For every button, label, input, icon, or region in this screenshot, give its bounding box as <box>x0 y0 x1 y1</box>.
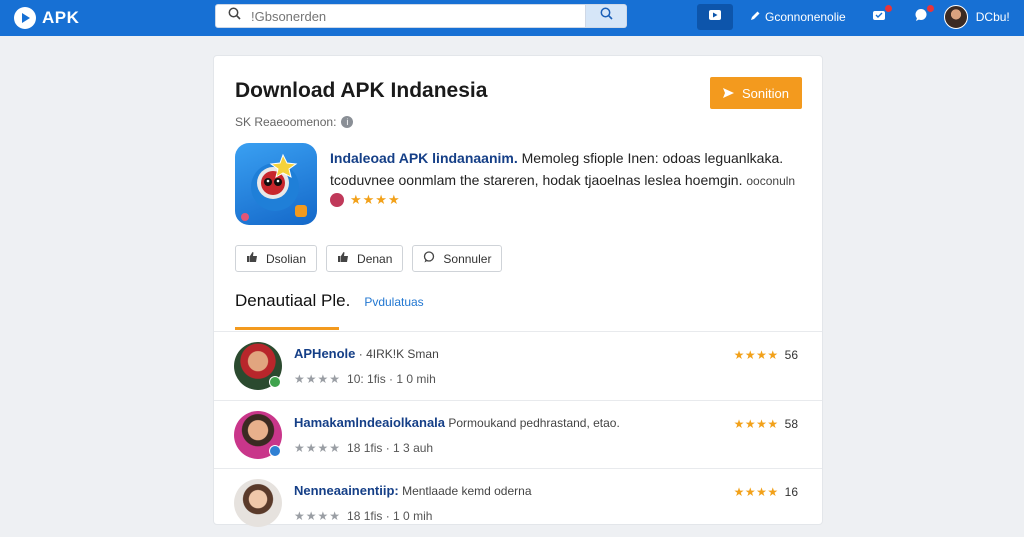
app-description: Indaleoad APK lindanaanim. Memoleg sfiop… <box>330 147 800 192</box>
item-meta-text: 10: 1fis · 1 0 mih <box>347 372 436 386</box>
rating-stars: ★★★★ <box>350 192 401 207</box>
item-name[interactable]: APHenole <box>294 346 355 361</box>
notification-badge <box>884 5 892 12</box>
user-name[interactable]: DCbu! <box>976 10 1010 24</box>
action-label: Denan <box>357 251 393 266</box>
avatar <box>234 479 282 527</box>
tab-other[interactable]: Pvdulatuas <box>364 295 423 309</box>
home-logo[interactable]: APK <box>14 7 79 29</box>
item-rating: ★★★★ 56 <box>734 348 798 362</box>
divider <box>214 331 822 332</box>
item-meta-text: 18 1fis · 1 0 mih <box>347 509 433 523</box>
item-gray-stars: ★★★★ <box>294 372 342 386</box>
action-button-dsolian[interactable]: Dsolian <box>235 245 318 272</box>
item-rating: ★★★★ 16 <box>734 485 798 499</box>
item-meta: ★★★★ 18 1fis · 1 0 mih <box>294 509 432 523</box>
video-icon <box>708 8 722 26</box>
tabs: Denautiaal Ple. Pvdulatuas <box>235 291 424 311</box>
thumbs-up-icon <box>337 251 349 266</box>
user-avatar[interactable] <box>943 5 968 29</box>
list-item[interactable]: Nenneaainentiip: Mentlaade kemd oderna ★… <box>214 471 822 537</box>
item-gray-stars: ★★★★ <box>294 441 342 455</box>
avatar <box>234 411 282 459</box>
chat-icon <box>914 8 928 27</box>
action-label: Sonnuler <box>443 251 492 266</box>
subscribe-label: Sonition <box>742 85 789 101</box>
item-stars: ★★★★ <box>733 485 779 499</box>
item-score: 56 <box>784 348 798 362</box>
app-icon <box>235 143 317 225</box>
verified-badge-icon <box>269 445 281 457</box>
action-button-sonnuler[interactable]: Sonnuler <box>412 245 503 272</box>
item-score: 58 <box>784 417 798 431</box>
item-gray-stars: ★★★★ <box>294 509 342 523</box>
item-title: Nenneaainentiip: Mentlaade kemd oderna <box>294 483 532 498</box>
item-rating: ★★★★ 58 <box>734 417 798 431</box>
header-link[interactable]: Gconnonenolie <box>749 10 846 25</box>
search-button[interactable] <box>586 4 627 28</box>
item-score: 16 <box>784 485 798 499</box>
action-label: Dsolian <box>266 251 307 266</box>
search-icon <box>600 7 613 25</box>
item-name[interactable]: Nenneaainentiip: <box>294 483 399 498</box>
message-badge <box>926 5 934 12</box>
bell-icon <box>872 8 886 27</box>
list-item[interactable]: APHenole · 4IRK!K Sman ★★★★ 10: 1fis · 1… <box>214 334 822 400</box>
item-extra: Pormoukand pedhrastand, etao. <box>445 416 620 430</box>
app-name-link[interactable]: Indaleoad APK lindanaanim. <box>330 150 518 166</box>
notifications-button[interactable] <box>870 5 892 27</box>
thumbs-up-icon <box>246 251 258 266</box>
app-detail-card: Download APK Indanesia Sonition SK Reaeo… <box>213 55 823 527</box>
item-title: APHenole · 4IRK!K Sman <box>294 346 439 361</box>
upload-button[interactable] <box>697 4 733 30</box>
meta-text: SK Reaeoomenon: <box>235 115 337 129</box>
item-meta: ★★★★ 10: 1fis · 1 0 mih <box>294 372 436 386</box>
divider <box>214 400 822 401</box>
logo-text: APK <box>42 8 80 27</box>
send-icon <box>723 86 734 101</box>
list-item[interactable]: Hamakamlndeaiolkanala Pormoukand pedhras… <box>214 403 822 469</box>
search-icon <box>228 7 241 25</box>
pen-icon <box>749 10 761 25</box>
divider <box>214 468 822 469</box>
info-icon[interactable]: i <box>341 116 354 128</box>
subscribe-button[interactable]: Sonition <box>710 77 802 109</box>
search-bar <box>215 4 627 28</box>
active-tab-indicator <box>235 327 339 330</box>
header-actions: Gconnonenolie DCbu! <box>697 3 1010 31</box>
item-stars: ★★★★ <box>733 417 779 431</box>
app-meta: SK Reaeoomenon: i <box>235 115 354 129</box>
avatar <box>234 342 282 390</box>
search-field[interactable] <box>215 4 586 28</box>
item-stars: ★★★★ <box>733 348 779 362</box>
top-navigation-bar: APK Gconnonenolie <box>0 0 1024 36</box>
comment-icon <box>423 251 435 266</box>
item-extra: Mentlaade kemd oderna <box>398 484 532 498</box>
app-rating: ★★★★ <box>330 192 401 208</box>
action-buttons: Dsolian Denan Sonnuler <box>235 245 503 272</box>
header-link-label: Gconnonenolie <box>765 10 846 24</box>
item-meta-text: 18 1fis · 1 3 auh <box>347 441 434 455</box>
play-logo-icon <box>14 7 36 29</box>
description-more[interactable]: ooconuln <box>746 174 795 188</box>
verified-badge-icon <box>269 376 281 388</box>
item-meta: ★★★★ 18 1fis · 1 3 auh <box>294 441 433 455</box>
item-extra: · 4IRK!K Sman <box>355 347 439 361</box>
messages-button[interactable] <box>912 5 934 27</box>
action-button-denan[interactable]: Denan <box>326 245 404 272</box>
item-name[interactable]: Hamakamlndeaiolkanala <box>294 415 445 430</box>
developer-badge-icon <box>330 193 344 207</box>
item-title: Hamakamlndeaiolkanala Pormoukand pedhras… <box>294 415 620 430</box>
page-title: Download APK Indanesia <box>235 79 488 102</box>
tab-active[interactable]: Denautiaal Ple. <box>235 291 350 311</box>
search-input[interactable] <box>251 8 551 24</box>
